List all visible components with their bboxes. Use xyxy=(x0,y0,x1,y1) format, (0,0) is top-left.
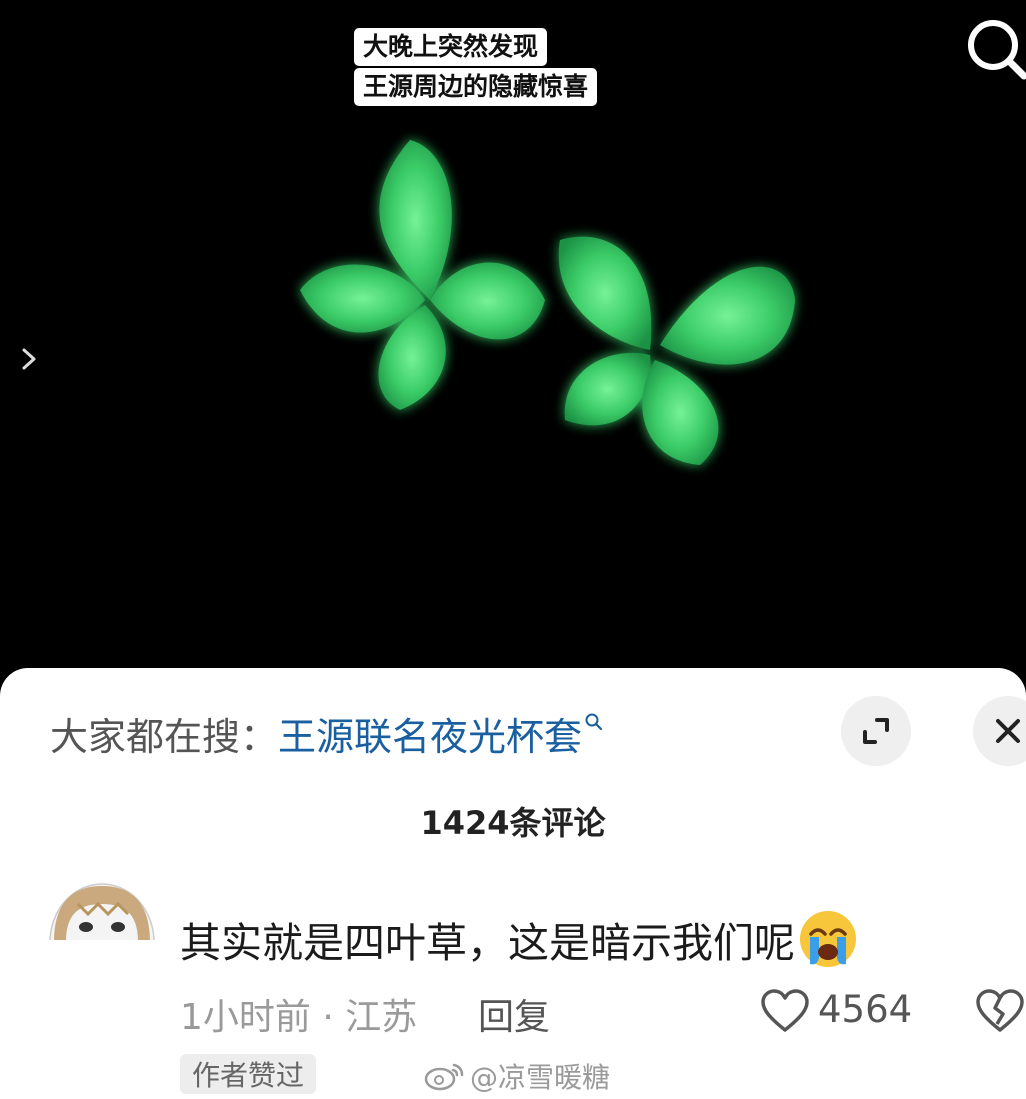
chevron-right-icon[interactable] xyxy=(18,346,40,372)
search-icon xyxy=(585,713,603,731)
weibo-logo-icon xyxy=(424,1063,464,1091)
comment-text: 其实就是四叶草，这是暗示我们呢 xyxy=(180,908,859,970)
trending-search-link[interactable]: 王源联名夜光杯套 xyxy=(278,706,582,761)
crying-face-emoji-icon xyxy=(800,911,856,967)
video-caption: 大晚上突然发现 王源周边的隐藏惊喜 xyxy=(354,28,598,106)
avatar[interactable] xyxy=(48,882,156,940)
trending-search-bar[interactable]: 大家都在搜： 王源联名夜光杯套 xyxy=(50,706,604,761)
author-liked-badge: 作者赞过 xyxy=(180,1054,317,1094)
like-count: 4564 xyxy=(818,988,913,1031)
close-icon xyxy=(996,719,1020,743)
comment-meta: 1小时前 · 江苏 xyxy=(180,997,418,1038)
reply-button[interactable]: 回复 xyxy=(478,988,550,1040)
expand-icon xyxy=(863,718,889,744)
comment-count-title: 1424条评论 xyxy=(420,804,606,842)
search-icon[interactable] xyxy=(962,16,1026,82)
broken-heart-icon[interactable] xyxy=(975,988,1025,1034)
close-button[interactable] xyxy=(973,696,1026,766)
watermark-text: @凉雪暖糖 xyxy=(470,1061,611,1094)
expand-button[interactable] xyxy=(841,696,911,766)
heart-icon[interactable] xyxy=(760,988,810,1034)
search-prefix-label: 大家都在搜： xyxy=(50,714,279,759)
caption-line-1: 大晚上突然发现 xyxy=(354,28,548,66)
watermark: @凉雪暖糖 xyxy=(424,1056,610,1096)
caption-line-2: 王源周边的隐藏惊喜 xyxy=(354,68,598,106)
video-player[interactable]: 大晚上突然发现 王源周边的隐藏惊喜 xyxy=(0,0,1026,690)
comment-body: 其实就是四叶草，这是暗示我们呢 xyxy=(180,919,795,967)
comment-sheet: 大家都在搜： 王源联名夜光杯套 1424条评论 其实就是四叶草，这是暗示我们呢 xyxy=(0,668,1026,1099)
